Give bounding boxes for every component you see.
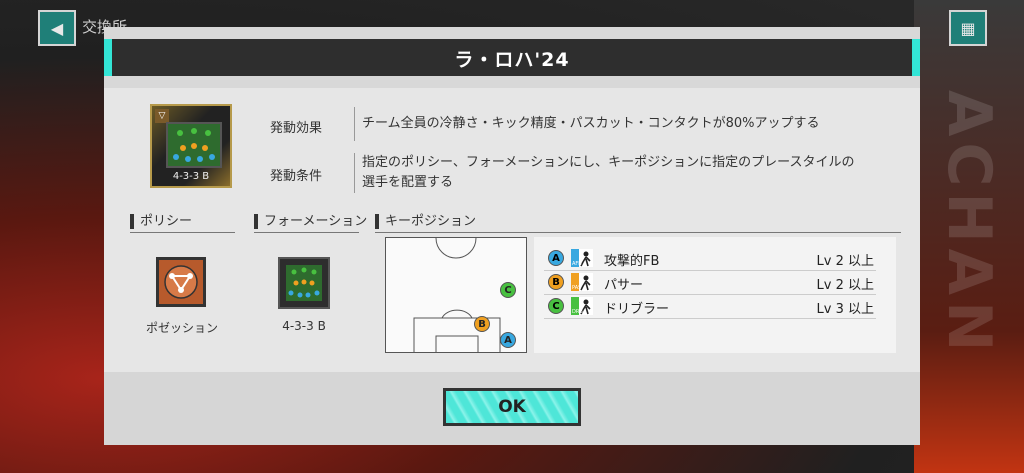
back-button[interactable]: ◀ (38, 10, 76, 46)
formation-caption: 4-3-3 B (282, 319, 326, 333)
marker-c: C (548, 298, 564, 314)
dialog-header: ラ・ロハ'24 (104, 27, 920, 88)
bonus-card: ▽ 4-3-3 B (150, 104, 232, 188)
key-position-row: B PAS パサー Lv 2 以上 (534, 271, 896, 295)
formation-icon (278, 257, 330, 309)
svg-text:AFB: AFB (572, 261, 582, 267)
passer-icon: PAS (571, 273, 593, 291)
policy-underline (130, 232, 235, 233)
menu-button[interactable]: ▦ (949, 10, 987, 46)
marker-b: B (548, 274, 564, 290)
keypos-header: キーポジション (375, 214, 476, 229)
key-position-b: B (474, 316, 490, 332)
key-position-c: C (500, 282, 516, 298)
key-position-row: C DRB ドリブラー Lv 3 以上 (534, 295, 896, 319)
style-name: パサー (604, 278, 644, 293)
keypos-underline (375, 232, 901, 233)
level-requirement: Lv 3 以上 (816, 302, 874, 317)
formation-dots-icon (173, 128, 215, 162)
formation-header: フォーメーション (254, 214, 367, 229)
condition-value: 指定のポリシー、フォーメーションにし、キーポジションに指定のプレースタイルの選手… (362, 155, 855, 190)
policy-header: ポリシー (130, 214, 192, 229)
grid-menu-icon: ▦ (960, 18, 976, 38)
effect-label: 発動効果 (270, 121, 323, 136)
policy-caption: ポゼッション (145, 321, 218, 335)
mini-formation-pitch (166, 122, 222, 168)
key-position-pitch: C B A (385, 237, 527, 353)
condition-divider (354, 153, 355, 193)
style-name: ドリブラー (604, 302, 670, 317)
level-requirement: Lv 2 以上 (816, 278, 874, 293)
level-requirement: Lv 2 以上 (816, 254, 874, 269)
style-name: 攻撃的FB (604, 254, 660, 269)
svg-text:DRB: DRB (572, 309, 583, 315)
team-bonus-dialog: ラ・ロハ'24 ▽ 4-3-3 B 発動効果 チーム全員の冷静さ・キック精度・パ… (104, 27, 920, 445)
effect-divider (354, 107, 355, 141)
effect-value: チーム全員の冷静さ・キック精度・パスカット・コンタクトが80%アップする (362, 116, 820, 131)
key-position-a: A (500, 332, 516, 348)
key-position-table: A AFB 攻撃的FB Lv 2 以上 B PAS パサー Lv 2 以上 C (534, 237, 896, 353)
attacking-fullback-icon: AFB (571, 249, 593, 267)
ok-button[interactable]: OK (443, 388, 581, 426)
possession-policy-icon (156, 257, 206, 307)
formation-underline (254, 232, 359, 233)
key-position-row: A AFB 攻撃的FB Lv 2 以上 (534, 247, 896, 271)
marker-a: A (548, 250, 564, 266)
card-badge-icon: ▽ (155, 109, 169, 123)
row-divider (544, 318, 876, 319)
back-arrow-icon: ◀ (50, 18, 64, 38)
condition-label: 発動条件 (270, 169, 323, 184)
background-watermark: ACHAN (934, 90, 1004, 358)
dialog-title: ラ・ロハ'24 (454, 49, 570, 71)
svg-text:PAS: PAS (572, 285, 581, 291)
card-formation-label: 4-3-3 B (172, 171, 210, 182)
dribbler-icon: DRB (571, 297, 593, 315)
